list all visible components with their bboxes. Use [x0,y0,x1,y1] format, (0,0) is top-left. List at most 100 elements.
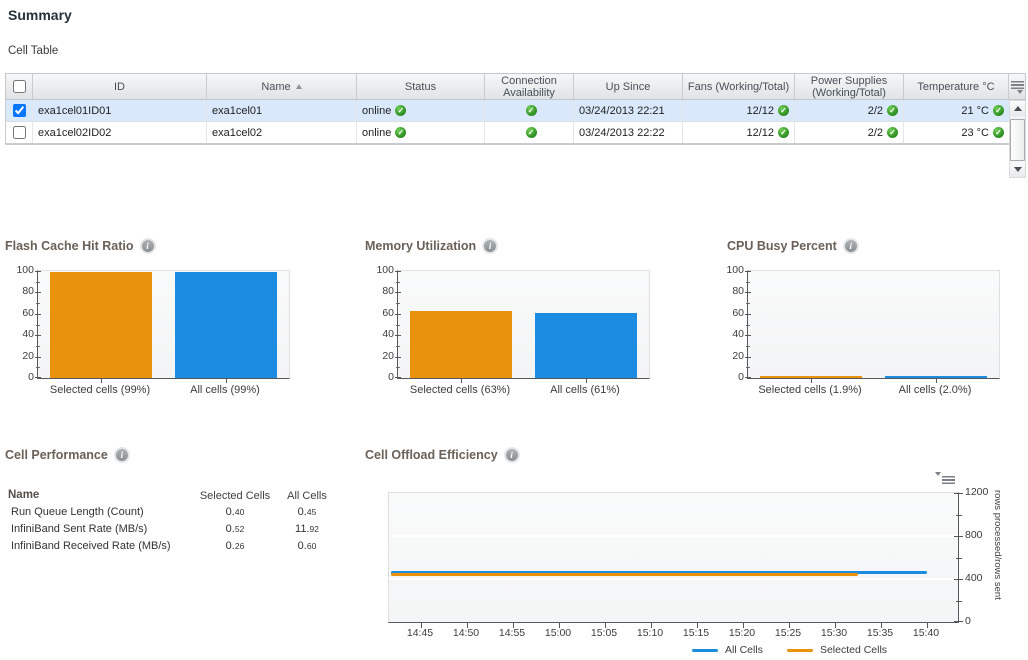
x-axis-tick-label: 15:10 [628,627,672,639]
column-header-name[interactable]: Name [207,74,357,99]
y-axis-minor-tick [396,325,400,326]
cell-up-since: 03/24/2013 22:22 [574,122,683,143]
page-title: Summary [8,7,72,23]
y-axis-minor-tick [396,346,400,347]
y-axis-minor-tick [36,367,40,368]
y-axis-tick-label: 60 [714,308,744,319]
y-axis-minor-tick [956,558,962,559]
column-header-up-since[interactable]: Up Since [574,74,683,99]
scroll-up-icon [1014,106,1022,111]
cell-connection-availability [485,100,574,121]
bar-all-cells[interactable] [535,313,637,378]
scroll-down-button[interactable] [1010,162,1025,177]
table-row-exa1cel02[interactable]: exa1cel02ID02 exa1cel02 online 03/24/201… [6,122,1009,144]
x-axis-tick-label: 14:55 [490,627,534,639]
cell-fans: 12/12 [683,100,795,121]
status-ok-icon [395,105,406,116]
legend-item-all-cells[interactable]: All Cells [692,644,763,656]
cp-value-selected: 0.52 [190,523,280,535]
chart-title: CPU Busy Percent [727,239,857,253]
y-axis-tick-label: 40 [4,329,34,340]
y-axis-minor-tick [746,282,750,283]
legend-swatch-all-cells [692,649,718,652]
info-icon[interactable] [845,240,857,252]
y-axis-major-tick [395,377,401,378]
y-axis-tick-label: 20 [4,351,34,362]
y-axis-tick-label: 100 [4,265,34,276]
bar-all-cells[interactable] [175,272,277,378]
scrollbar-thumb[interactable] [1010,119,1025,161]
cell-performance-title: Cell Performance [5,448,128,462]
cell-temperature: 21 °C [904,100,1009,121]
cp-row-infiniband-sent: InfiniBand Sent Rate (MB/s) 0.52 11.92 [5,523,355,539]
bar-selected-cells[interactable] [410,311,512,378]
y-axis-tick-label: 0 [965,616,971,627]
x-axis-tick-label: 15:35 [858,627,902,639]
column-header-temperature[interactable]: Temperature °C [904,74,1009,99]
y-axis-major-tick [954,536,963,537]
y-axis-major-tick [35,271,41,272]
column-header-status[interactable]: Status [357,74,485,99]
chart-title: Memory Utilization [365,239,496,253]
y-axis-major-tick [745,314,751,315]
column-header-power-supplies[interactable]: Power Supplies (Working/Total) [795,74,904,99]
cp-column-header-selected-cells: Selected Cells [190,490,280,502]
column-header-connection-availability[interactable]: Connection Availability [485,74,574,99]
x-axis-tick-label: 15:00 [536,627,580,639]
power-ok-icon [887,105,898,116]
cp-value-all: 0.45 [272,506,342,518]
select-all-cell[interactable] [6,74,33,99]
fans-ok-icon [778,127,789,138]
table-menu-icon[interactable] [1011,80,1024,93]
series-line-selected-cells[interactable] [391,573,858,576]
row-select-cell[interactable] [6,100,33,121]
info-icon[interactable] [142,240,154,252]
bar-selected-cells[interactable] [760,376,862,378]
y-axis-major-tick [35,357,41,358]
row-checkbox[interactable] [13,104,26,117]
column-header-id[interactable]: ID [33,74,207,99]
y-axis-tick-label: 0 [714,372,744,383]
bar-selected-cells[interactable] [50,272,152,378]
legend-item-selected-cells[interactable]: Selected Cells [787,644,887,656]
info-icon[interactable] [506,449,518,461]
select-all-checkbox[interactable] [13,80,26,93]
table-row-exa1cel01[interactable]: exa1cel01ID01 exa1cel01 online 03/24/201… [6,100,1009,122]
x-axis-tick [101,379,102,383]
cell-connection-availability [485,122,574,143]
table-menu-cell [1009,74,1025,99]
x-axis-tick-label: 15:30 [812,627,856,639]
cell-table-header: ID Name Status Connection Availability U… [5,73,1026,100]
row-checkbox[interactable] [13,126,26,139]
y-axis-minor-tick [396,303,400,304]
row-select-cell[interactable] [6,122,33,143]
y-axis-minor-tick [746,367,750,368]
x-axis-tick-label: 15:05 [582,627,626,639]
bar-all-cells[interactable] [885,376,987,378]
scroll-up-button[interactable] [1010,101,1025,116]
y-axis-tick-label: 1200 [965,487,988,498]
cell-power-supplies: 2/2 [795,122,904,143]
column-header-fans[interactable]: Fans (Working/Total) [683,74,795,99]
y-axis-tick-label: 40 [714,329,744,340]
status-ok-icon [395,127,406,138]
info-icon[interactable] [484,240,496,252]
y-axis-major-tick [35,314,41,315]
info-icon[interactable] [116,449,128,461]
bar-category-label: All cells (2.0%) [860,384,1010,396]
y-axis-minor-tick [746,303,750,304]
chart-plot-area [37,270,290,379]
y-axis-major-tick [745,377,751,378]
availability-ok-icon [526,105,537,116]
cell-power-supplies: 2/2 [795,100,904,121]
x-axis-tick [811,379,812,383]
y-axis-tick-label: 80 [4,286,34,297]
y-axis-minor-tick [396,282,400,283]
x-axis-labels: Selected cells (1.9%)All cells (2.0%) [747,384,998,397]
memory-utilization-chart: Memory Utilization 020406080100 Selected… [365,237,677,399]
table-scrollbar[interactable] [1009,100,1026,178]
power-ok-icon [887,127,898,138]
chart-plot-area [747,270,1000,379]
x-axis-tick-label: 14:45 [398,627,442,639]
cp-column-header-name: Name [8,489,39,501]
